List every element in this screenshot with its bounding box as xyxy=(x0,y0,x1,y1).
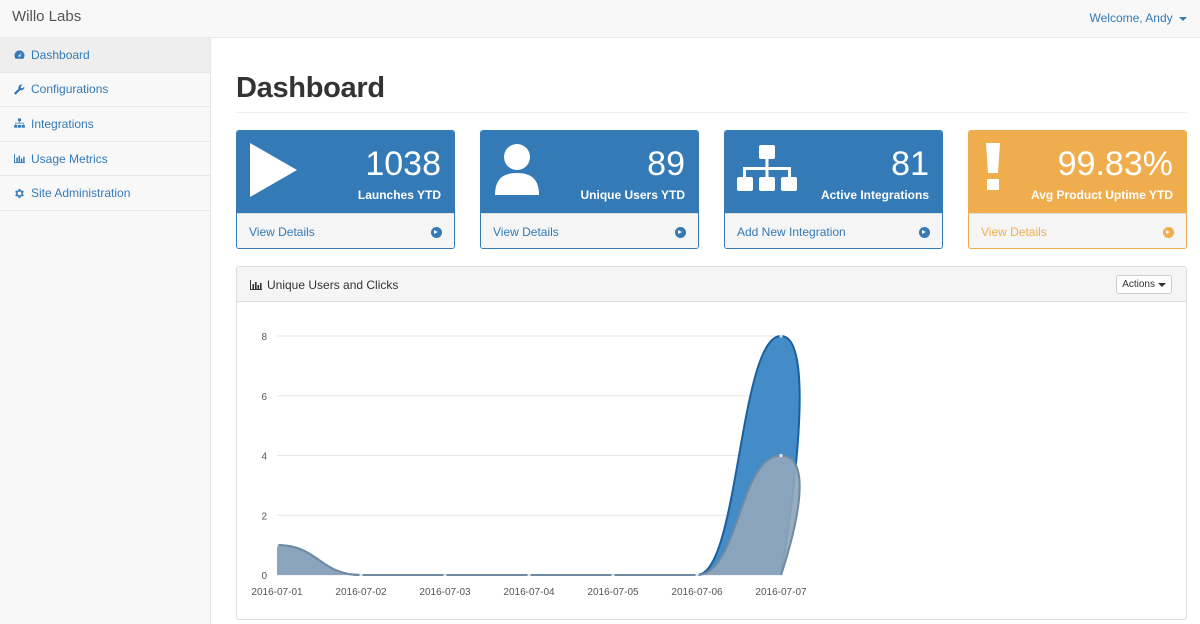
x-tick-label: 2016-07-04 xyxy=(503,587,555,598)
user-menu[interactable]: Welcome, Andy xyxy=(1089,11,1187,25)
stat-value: 99.83% xyxy=(1057,145,1173,183)
actions-label: Actions xyxy=(1122,279,1155,290)
bar-chart-icon xyxy=(13,153,25,165)
sidebar-item-label: Configurations xyxy=(31,82,109,97)
stat-label: Avg Product Uptime YTD xyxy=(1030,188,1173,202)
arrow-circle-right-icon xyxy=(919,226,930,238)
y-tick-label: 6 xyxy=(261,392,267,403)
sitemap-icon xyxy=(13,118,25,130)
gear-icon xyxy=(13,187,25,199)
data-point xyxy=(359,573,363,577)
arrow-circle-right-icon xyxy=(431,226,442,238)
stat-label: Active Integrations xyxy=(820,188,929,202)
user-icon xyxy=(493,143,541,202)
data-point xyxy=(779,334,783,338)
data-point xyxy=(611,573,615,577)
wrench-icon xyxy=(13,83,25,95)
sidebar: Dashboard Configurations Integrations Us… xyxy=(0,38,211,624)
add-new-integration-link[interactable]: Add New Integration xyxy=(725,213,942,248)
y-tick-label: 4 xyxy=(261,452,267,463)
stat-panel-integrations: 81 Active Integrations Add New Integrati… xyxy=(724,130,943,249)
stat-panel-heading: 1038 Launches YTD xyxy=(237,131,454,213)
caret-down-icon xyxy=(1179,16,1187,21)
data-point xyxy=(275,543,279,547)
caret-down-icon xyxy=(1158,282,1166,287)
chart-panel-title: Unique Users and Clicks xyxy=(250,278,398,292)
x-tick-label: 2016-07-05 xyxy=(587,587,639,598)
stat-value: 1038 xyxy=(365,145,441,183)
sidebar-item-dashboard[interactable]: Dashboard xyxy=(0,38,210,73)
view-details-link[interactable]: View Details xyxy=(237,213,454,248)
x-tick-label: 2016-07-03 xyxy=(419,587,471,598)
x-tick-label: 2016-07-02 xyxy=(335,587,387,598)
welcome-label: Welcome, Andy xyxy=(1089,11,1173,25)
dashboard-icon xyxy=(13,49,25,61)
sidebar-item-site-administration[interactable]: Site Administration xyxy=(0,176,210,211)
sidebar-item-label: Usage Metrics xyxy=(31,151,108,166)
stat-label: Unique Users YTD xyxy=(580,188,685,202)
view-details-link[interactable]: View Details xyxy=(481,213,698,248)
y-tick-label: 2 xyxy=(261,511,267,522)
sitemap-icon xyxy=(737,143,797,202)
x-tick-label: 2016-07-01 xyxy=(251,587,303,598)
data-point xyxy=(695,573,699,577)
stat-panel-heading: 81 Active Integrations xyxy=(725,131,942,213)
y-tick-label: 0 xyxy=(261,571,267,582)
chart-panel-heading: Unique Users and Clicks Actions xyxy=(237,267,1186,302)
data-point xyxy=(527,573,531,577)
sidebar-item-label: Site Administration xyxy=(31,186,131,201)
play-icon xyxy=(249,143,299,202)
stat-panel-uptime: 99.83% Avg Product Uptime YTD View Detai… xyxy=(968,130,1187,249)
title-divider xyxy=(236,112,1187,113)
data-point xyxy=(443,573,447,577)
arrow-circle-right-icon xyxy=(675,226,686,238)
stat-panel-launches: 1038 Launches YTD View Details xyxy=(236,130,455,249)
top-navbar: Willo Labs Welcome, Andy xyxy=(0,0,1200,38)
page-title: Dashboard xyxy=(236,72,385,104)
actions-dropdown-button[interactable]: Actions xyxy=(1116,275,1172,294)
stat-panel-heading: 99.83% Avg Product Uptime YTD xyxy=(969,131,1186,213)
stat-panel-unique-users: 89 Unique Users YTD View Details xyxy=(480,130,699,249)
x-tick-label: 2016-07-07 xyxy=(755,587,807,598)
stat-link-label: View Details xyxy=(249,225,315,239)
bar-chart-icon xyxy=(250,280,262,290)
x-tick-label: 2016-07-06 xyxy=(671,587,723,598)
area-chart: 0 2 4 6 8 2016-07-01 2016-07-02 2016-07-03 2016-… xyxy=(251,332,807,598)
sidebar-item-configurations[interactable]: Configurations xyxy=(0,73,210,108)
arrow-circle-right-icon xyxy=(1163,226,1174,238)
stat-label: Launches YTD xyxy=(357,188,441,202)
stat-value: 89 xyxy=(647,145,685,183)
brand-logo[interactable]: Willo Labs xyxy=(12,8,81,25)
view-details-link[interactable]: View Details xyxy=(969,213,1186,248)
stat-link-label: View Details xyxy=(981,225,1047,239)
exclamation-icon xyxy=(985,143,1001,196)
chart-title: Unique Users and Clicks xyxy=(267,278,399,292)
stat-link-label: View Details xyxy=(493,225,559,239)
stat-panel-heading: 89 Unique Users YTD xyxy=(481,131,698,213)
stat-value: 81 xyxy=(891,145,929,183)
sidebar-item-integrations[interactable]: Integrations xyxy=(0,107,210,142)
sidebar-item-label: Integrations xyxy=(31,116,94,131)
chart-panel: Unique Users and Clicks Actions 0 2 4 6 8 201… xyxy=(236,266,1187,620)
sidebar-item-label: Dashboard xyxy=(31,47,90,62)
stat-link-label: Add New Integration xyxy=(737,225,846,239)
data-point xyxy=(779,453,783,458)
y-tick-label: 8 xyxy=(261,332,267,343)
sidebar-item-usage-metrics[interactable]: Usage Metrics xyxy=(0,142,210,177)
